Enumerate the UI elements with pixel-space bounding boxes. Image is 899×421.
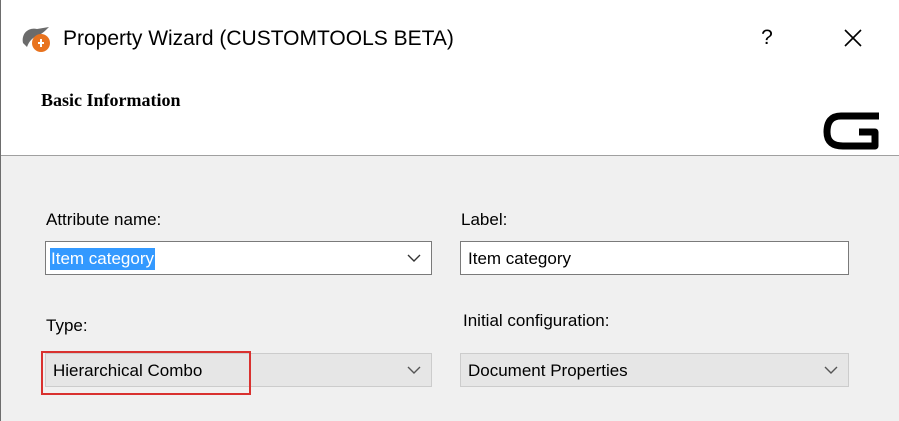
attribute-name-label: Attribute name: — [46, 210, 162, 229]
window-title: Property Wizard (CUSTOMTOOLS BETA) — [63, 27, 454, 50]
initial-configuration-combo[interactable]: Document Properties — [460, 353, 849, 387]
attribute-name-combo[interactable]: Item category — [45, 241, 432, 275]
close-icon[interactable] — [835, 20, 871, 56]
chevron-down-icon[interactable] — [407, 365, 421, 375]
chevron-down-icon[interactable] — [407, 253, 421, 263]
type-combo[interactable]: Hierarchical Combo — [45, 353, 432, 387]
initial-configuration-value: Document Properties — [468, 361, 628, 380]
customtools-app-icon — [22, 27, 50, 52]
title-bar: Property Wizard (CUSTOMTOOLS BETA) ? — [1, 0, 899, 74]
label-field-label: Label: — [461, 210, 508, 229]
page-title: Basic Information — [41, 90, 181, 110]
type-label: Type: — [46, 316, 88, 335]
initial-configuration-label: Initial configuration: — [463, 311, 610, 330]
wizard-header: Basic Information — [1, 74, 899, 156]
customtools-logo-icon — [823, 112, 879, 150]
property-wizard-dialog: Property Wizard (CUSTOMTOOLS BETA) ? Bas… — [0, 0, 899, 421]
chevron-down-icon[interactable] — [824, 365, 838, 375]
attribute-name-value[interactable]: Item category — [50, 248, 155, 270]
label-input[interactable]: Item category — [460, 241, 849, 275]
type-value: Hierarchical Combo — [53, 361, 203, 380]
label-input-value[interactable]: Item category — [468, 249, 571, 269]
help-button[interactable]: ? — [749, 20, 785, 56]
